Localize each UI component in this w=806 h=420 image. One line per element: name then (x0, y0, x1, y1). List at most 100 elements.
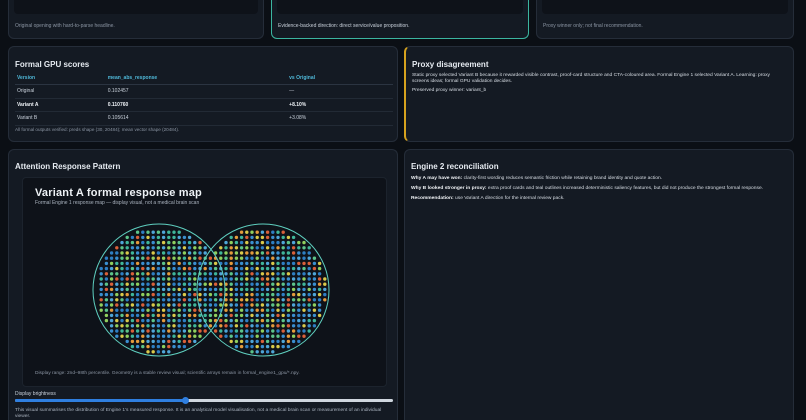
response-dot (177, 277, 181, 281)
response-dot (99, 287, 103, 292)
response-dot (115, 287, 119, 292)
response-dot (224, 251, 228, 255)
response-dot (265, 292, 270, 297)
response-dot (317, 261, 322, 266)
column-header: vs Original (287, 73, 393, 85)
response-dot (260, 282, 265, 286)
panel-title: Attention Response Pattern (15, 162, 121, 171)
response-dot (135, 261, 140, 266)
response-dot (141, 266, 145, 271)
response-dot (208, 256, 213, 260)
response-dot (286, 318, 291, 323)
response-dot (141, 308, 145, 312)
response-dot (198, 292, 202, 297)
response-dot (229, 240, 233, 245)
response-dot (172, 339, 176, 344)
response-dot (161, 303, 166, 307)
response-dot (276, 246, 280, 250)
response-dot (250, 313, 254, 318)
response-dot (125, 266, 129, 271)
response-dot (260, 256, 265, 260)
response-dot (255, 344, 259, 349)
response-dot (312, 277, 317, 281)
response-dot (167, 240, 171, 245)
response-dot (109, 329, 114, 333)
response-dot (312, 324, 317, 328)
response-dot (239, 303, 244, 307)
response-dot (125, 303, 129, 307)
response-dot (156, 318, 161, 323)
response-dot (172, 251, 176, 255)
response-dot (146, 324, 150, 328)
response-dot (198, 246, 202, 250)
response-dot (203, 308, 207, 312)
response-dot (151, 313, 155, 318)
response-dot (281, 303, 285, 307)
response-dot (151, 298, 155, 302)
response-dot (234, 344, 239, 349)
response-dot (130, 251, 135, 255)
response-dot (198, 261, 202, 266)
response-dot (245, 277, 249, 281)
response-dot (281, 246, 285, 250)
response-dot (239, 344, 244, 349)
response-dot (250, 251, 254, 255)
response-dot (276, 339, 280, 344)
response-dot (104, 277, 109, 281)
response-dot (187, 277, 192, 281)
response-dot (271, 235, 275, 240)
response-dot (229, 334, 233, 338)
item-text: clarity-first wording reduces semantic f… (463, 176, 663, 181)
response-dot (286, 292, 291, 297)
response-dot (161, 266, 166, 271)
response-dot (172, 329, 176, 333)
response-dot (198, 287, 202, 292)
response-dot (260, 235, 265, 240)
response-dot (172, 261, 176, 266)
response-dot (224, 256, 228, 260)
slider-thumb[interactable] (181, 397, 189, 404)
response-dot (187, 308, 192, 312)
response-dot (130, 329, 135, 333)
response-dot (286, 240, 291, 245)
response-dot (141, 240, 145, 245)
response-dot (219, 334, 223, 338)
response-dot (219, 287, 223, 292)
response-dot (135, 287, 140, 292)
response-dot (135, 303, 140, 307)
response-dot (135, 339, 140, 344)
response-dot (135, 344, 140, 349)
response-dot (109, 282, 114, 286)
response-dot (141, 287, 145, 292)
response-dot (203, 272, 207, 276)
response-dot (302, 272, 306, 276)
gpu-scores-panel: Formal GPU scores Version mean_abs_respo… (8, 46, 398, 142)
response-dot (213, 292, 218, 297)
response-dot (245, 339, 249, 344)
response-dot (130, 235, 135, 240)
response-dot (260, 313, 265, 318)
response-dot (177, 251, 181, 255)
response-dot (323, 292, 327, 297)
response-dot (239, 324, 244, 328)
response-dot (302, 240, 306, 245)
reconciliation-item: Recommendation: use Variant A direction … (411, 196, 787, 202)
response-dot (172, 308, 176, 312)
response-dot (265, 235, 270, 240)
response-dot (234, 298, 239, 302)
response-dot (193, 246, 197, 250)
response-dot (265, 329, 270, 333)
response-dot (167, 334, 171, 338)
response-dot (182, 292, 187, 297)
brightness-slider[interactable] (15, 397, 393, 404)
response-dot (250, 292, 254, 297)
response-dot (317, 313, 322, 318)
response-dot (219, 329, 223, 333)
response-dot (135, 246, 140, 250)
response-dot (302, 292, 306, 297)
response-dot (99, 308, 103, 312)
response-dot (151, 261, 155, 266)
response-dot (312, 303, 317, 307)
map-subtitle: Formal Engine 1 response map — display v… (35, 200, 200, 206)
response-dot (125, 277, 129, 281)
